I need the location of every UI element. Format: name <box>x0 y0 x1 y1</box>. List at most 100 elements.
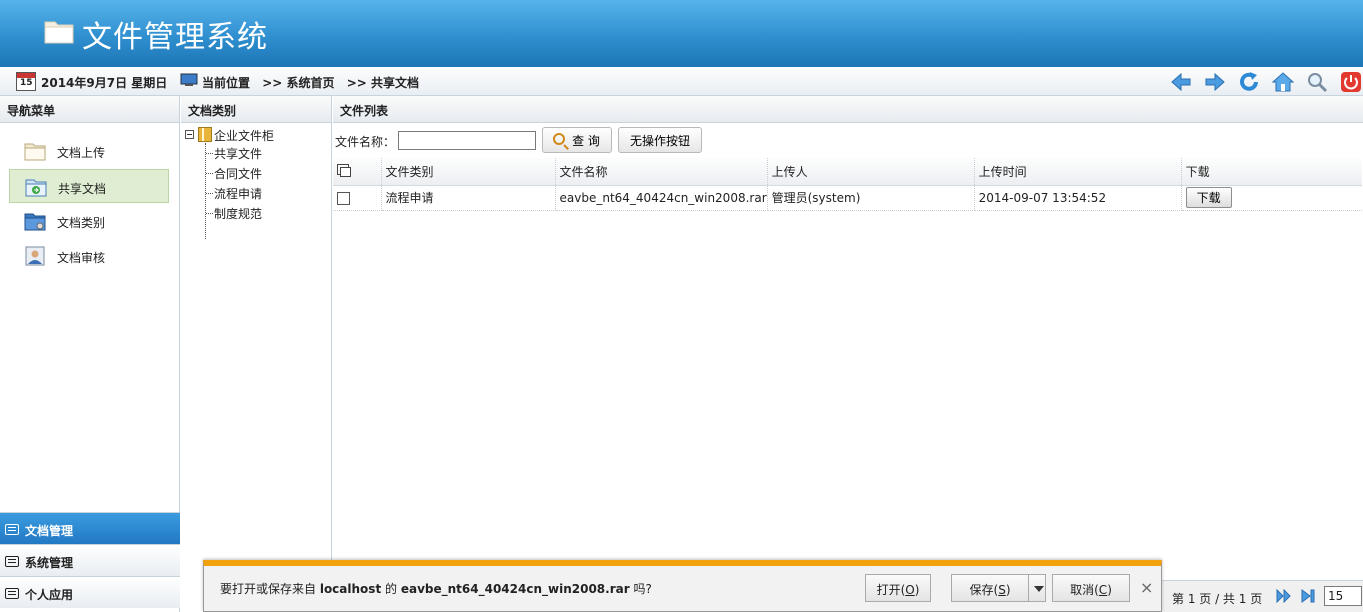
cancel-paren: ) <box>1107 583 1112 597</box>
col-category: 文件类别 <box>381 158 556 186</box>
table-header-row: 文件类别 文件名称 上传人 上传时间 下载 <box>333 158 1362 186</box>
cell-category: 流程申请 <box>381 185 556 211</box>
breadcrumb: 当前位置 >> 系统首页 >> 共享文档 <box>202 74 427 91</box>
prompt-file: eavbe_nt64_40424cn_win2008.rar <box>400 582 630 596</box>
open-label: 打开( <box>876 583 906 597</box>
search-bar: 文件名称： 查 询 无操作按钮 <box>333 124 1363 156</box>
col-filename: 文件名称 <box>555 158 768 186</box>
accordion-system-management[interactable]: 系统管理 <box>0 544 180 576</box>
accordion-label: 文档管理 <box>25 524 74 538</box>
folder-logo-icon <box>44 21 74 44</box>
pagination: 第 1 页 / 共 1 页 15 <box>1162 580 1363 612</box>
panel-toggle-icon <box>5 588 19 599</box>
col-download: 下载 <box>1181 158 1362 186</box>
cell-filename: eavbe_nt64_40424cn_win2008.rar <box>555 185 768 211</box>
tree-node-policy[interactable]: 制度规范 <box>206 205 262 222</box>
cell-download: 下载 <box>1181 185 1362 211</box>
app-title: 文件管理系统 <box>82 20 268 55</box>
last-page-icon[interactable] <box>1300 589 1316 603</box>
cancel-label: 取消( <box>1070 583 1099 597</box>
collapse-icon[interactable] <box>185 130 194 139</box>
page-info: 第 1 页 / 共 1 页 <box>1172 592 1263 606</box>
folder-category-icon <box>24 213 46 231</box>
breadcrumb-home[interactable]: >> 系统首页 <box>262 76 334 90</box>
filename-search-input[interactable] <box>398 131 536 150</box>
refresh-icon[interactable] <box>1237 70 1261 94</box>
file-table: 文件类别 文件名称 上传人 上传时间 下载 流程申请 eavbe_nt64_40… <box>333 158 1362 211</box>
nav-item-category[interactable]: 文档类别 <box>9 204 169 238</box>
query-button-label: 查 询 <box>572 133 600 148</box>
nav-item-shared-docs[interactable]: 共享文档 <box>9 169 169 203</box>
select-all-icon[interactable] <box>337 164 351 178</box>
nav-item-label: 文档类别 <box>57 216 106 230</box>
calendar-day: 15 <box>20 78 33 88</box>
next-page-icon[interactable] <box>1276 589 1292 603</box>
prompt-prefix: 要打开或保存来自 <box>220 582 320 596</box>
nav-item-label: 共享文档 <box>58 182 107 196</box>
cancel-button[interactable]: 取消(C) <box>1052 574 1130 602</box>
back-arrow-icon[interactable] <box>1169 70 1193 94</box>
accordion-label: 个人应用 <box>25 588 74 602</box>
save-options-dropdown[interactable] <box>1028 574 1046 602</box>
save-accesskey: S <box>998 583 1006 597</box>
current-date: 2014年9月7日 星期日 <box>41 76 168 90</box>
close-icon[interactable]: × <box>1140 578 1153 597</box>
breadcrumb-current: >> 共享文档 <box>346 76 419 90</box>
open-accesskey: O <box>905 583 915 597</box>
panel-toggle-icon <box>5 556 19 567</box>
accordion-doc-management[interactable]: 文档管理 <box>0 512 180 544</box>
file-list-title: 文件列表 <box>333 96 1363 123</box>
tree-node-process[interactable]: 流程申请 <box>206 185 262 202</box>
user-review-icon <box>25 246 45 266</box>
no-action-button[interactable]: 无操作按钮 <box>618 127 702 153</box>
col-uploader: 上传人 <box>767 158 975 186</box>
home-icon[interactable] <box>1271 70 1295 94</box>
nav-item-label: 文档审核 <box>57 251 106 265</box>
download-button[interactable]: 下载 <box>1185 187 1232 208</box>
folder-upload-icon <box>24 143 46 161</box>
prompt-suffix: 吗? <box>629 582 652 596</box>
nav-item-upload[interactable]: 文档上传 <box>9 134 169 168</box>
left-nav-panel: 导航菜单 文档上传 共享文档 文档类别 文档审核 文档管理 系统管理 个人应用 <box>0 96 180 612</box>
row-select-cell <box>333 185 382 211</box>
download-notification-bar: 要打开或保存来自 localhost 的 eavbe_nt64_40424cn_… <box>203 560 1162 612</box>
nav-menu-title: 导航菜单 <box>0 96 179 123</box>
save-label: 保存( <box>969 583 999 597</box>
cancel-accesskey: C <box>1098 583 1108 597</box>
magnifier-icon <box>553 133 565 145</box>
breadcrumb-location: 当前位置 <box>202 76 251 90</box>
tree-node-contract[interactable]: 合同文件 <box>206 165 262 182</box>
query-button[interactable]: 查 询 <box>542 127 612 153</box>
select-all-header[interactable] <box>333 158 382 186</box>
col-upload-time: 上传时间 <box>974 158 1182 186</box>
cell-uploader: 管理员(system) <box>767 185 975 211</box>
download-prompt: 要打开或保存来自 localhost 的 eavbe_nt64_40424cn_… <box>220 580 652 597</box>
row-checkbox[interactable] <box>337 191 350 205</box>
filename-label: 文件名称： <box>335 135 396 149</box>
accordion-personal-apps[interactable]: 个人应用 <box>0 576 180 608</box>
forward-arrow-icon[interactable] <box>1203 70 1227 94</box>
prompt-host: localhost <box>319 582 382 596</box>
tree-title: 文档类别 <box>181 96 331 123</box>
shared-folder-icon <box>25 179 47 197</box>
search-icon[interactable] <box>1305 70 1329 94</box>
monitor-icon <box>180 73 198 86</box>
cell-upload-time: 2014-09-07 13:54:52 <box>974 185 1182 211</box>
file-list-panel: 文件列表 文件名称： 查 询 无操作按钮 文件类别 文件名称 上传人 上传时间 … <box>333 96 1363 612</box>
page-size-input[interactable]: 15 <box>1324 586 1362 606</box>
nav-item-review[interactable]: 文档审核 <box>9 239 169 273</box>
cabinet-icon <box>198 127 212 142</box>
tree-node-shared[interactable]: 共享文件 <box>206 145 262 162</box>
power-icon[interactable] <box>1339 70 1363 94</box>
app-header: 文件管理系统 <box>0 0 1363 67</box>
open-button[interactable]: 打开(O) <box>865 574 931 602</box>
accordion-label: 系统管理 <box>25 556 74 570</box>
tree-root[interactable]: 企业文件柜 <box>214 127 274 144</box>
top-toolbar: 15 2014年9月7日 星期日 当前位置 >> 系统首页 >> 共享文档 <box>0 67 1363 96</box>
toolbar-icons <box>1163 70 1363 94</box>
save-paren: ) <box>1005 583 1011 597</box>
save-button[interactable]: 保存(S) <box>951 574 1029 602</box>
panel-toggle-icon <box>5 524 19 535</box>
table-row: 流程申请 eavbe_nt64_40424cn_win2008.rar 管理员(… <box>333 185 1362 211</box>
category-tree-panel: 文档类别 企业文件柜 共享文件 合同文件 流程申请 制度规范 <box>181 96 332 612</box>
